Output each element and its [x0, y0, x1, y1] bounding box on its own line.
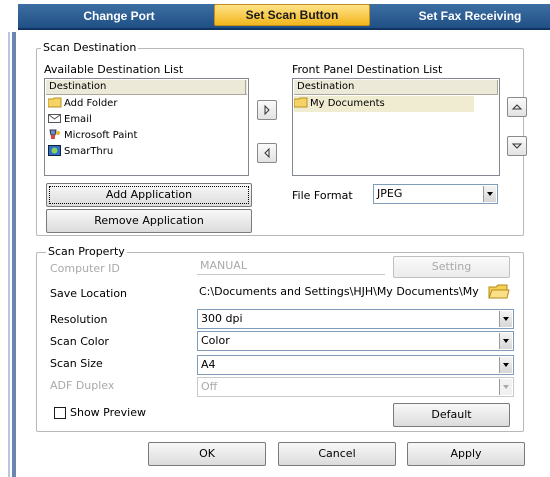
default-button[interactable]: Default: [393, 403, 510, 427]
move-up-button[interactable]: [507, 97, 527, 117]
scan-size-value: A4: [201, 358, 216, 371]
folder-icon: [48, 97, 62, 108]
ok-button[interactable]: OK: [148, 442, 266, 466]
chevron-down-icon[interactable]: [499, 333, 512, 349]
arrow-left-icon: [264, 147, 270, 159]
chevron-down-icon[interactable]: [483, 186, 496, 202]
available-destination-list[interactable]: Destination Add Folder Email Microsoft P…: [44, 78, 249, 176]
computer-id-value: MANUAL: [200, 259, 247, 272]
show-preview-label[interactable]: Show Preview: [70, 406, 146, 419]
tab-change-port[interactable]: Change Port: [54, 6, 184, 26]
available-list-header[interactable]: Destination: [46, 80, 246, 94]
move-right-button[interactable]: [257, 100, 277, 120]
scan-destination-legend: Scan Destination: [41, 41, 139, 54]
remove-application-button[interactable]: Remove Application: [46, 209, 252, 233]
adf-duplex-label: ADF Duplex: [50, 379, 115, 392]
front-panel-destination-list[interactable]: Destination My Documents: [292, 78, 500, 176]
resolution-value: 300 dpi: [201, 312, 243, 325]
chevron-down-icon[interactable]: [499, 357, 512, 373]
tab-set-scan-button[interactable]: Set Scan Button: [214, 4, 370, 26]
arrow-down-icon: [511, 143, 523, 149]
file-format-label: File Format: [292, 189, 353, 202]
list-item-email[interactable]: Email: [48, 112, 92, 128]
list-item-add-folder[interactable]: Add Folder: [48, 96, 117, 112]
available-list-label: Available Destination List: [44, 63, 184, 76]
folder-icon: [294, 97, 308, 108]
chevron-down-icon[interactable]: [499, 311, 512, 327]
save-location-label: Save Location: [50, 287, 128, 300]
save-location-path: C:\Documents and Settings\HJH\My Documen…: [199, 285, 483, 298]
arrow-up-icon: [511, 104, 523, 110]
front-panel-list-header[interactable]: Destination: [294, 80, 498, 94]
computer-id-label: Computer ID: [50, 262, 120, 275]
resolution-select[interactable]: 300 dpi: [197, 309, 514, 329]
tab-set-fax-receiving[interactable]: Set Fax Receiving: [398, 6, 542, 26]
list-item-label: Add Folder: [64, 98, 118, 109]
paint-icon: [49, 129, 60, 139]
scan-color-value: Color: [201, 334, 230, 347]
resolution-label: Resolution: [50, 313, 108, 326]
file-format-value: JPEG: [377, 187, 403, 200]
file-format-select[interactable]: JPEG: [373, 184, 498, 204]
chevron-down-icon: [499, 379, 512, 395]
browse-folder-button[interactable]: [488, 283, 510, 301]
email-icon: [48, 114, 61, 123]
list-item-label: My Documents: [310, 98, 385, 109]
scan-size-select[interactable]: A4: [197, 355, 514, 375]
window-edge: [8, 32, 10, 477]
computer-id-field: MANUAL: [197, 258, 385, 275]
list-item-smarthru[interactable]: SmarThru: [48, 144, 113, 160]
scan-color-select[interactable]: Color: [197, 331, 514, 351]
setting-button[interactable]: Setting: [393, 256, 510, 278]
show-preview-checkbox[interactable]: [54, 407, 66, 419]
list-item-label: Email: [64, 114, 92, 125]
scan-property-legend: Scan Property: [46, 245, 127, 258]
adf-duplex-value: Off: [201, 380, 218, 393]
folder-icon: [488, 284, 510, 299]
arrow-right-icon: [264, 104, 270, 116]
add-application-button[interactable]: Add Application: [46, 183, 252, 207]
list-item-my-documents[interactable]: My Documents: [294, 96, 474, 112]
list-item-microsoft-paint[interactable]: Microsoft Paint: [48, 128, 137, 144]
scan-color-label: Scan Color: [50, 335, 109, 348]
scan-size-label: Scan Size: [50, 357, 103, 370]
list-item-label: Microsoft Paint: [64, 130, 138, 141]
tab-bar: Change Port Set Scan Button Set Fax Rece…: [18, 4, 550, 30]
list-item-label: SmarThru: [64, 146, 114, 157]
move-left-button[interactable]: [257, 143, 277, 163]
front-panel-list-label: Front Panel Destination List: [292, 63, 443, 76]
cancel-button[interactable]: Cancel: [278, 442, 396, 466]
window-edge-dark: [12, 32, 16, 477]
apply-button[interactable]: Apply: [407, 442, 525, 466]
move-down-button[interactable]: [507, 136, 527, 156]
adf-duplex-select: Off: [197, 377, 514, 397]
smarthru-icon: [48, 145, 61, 156]
